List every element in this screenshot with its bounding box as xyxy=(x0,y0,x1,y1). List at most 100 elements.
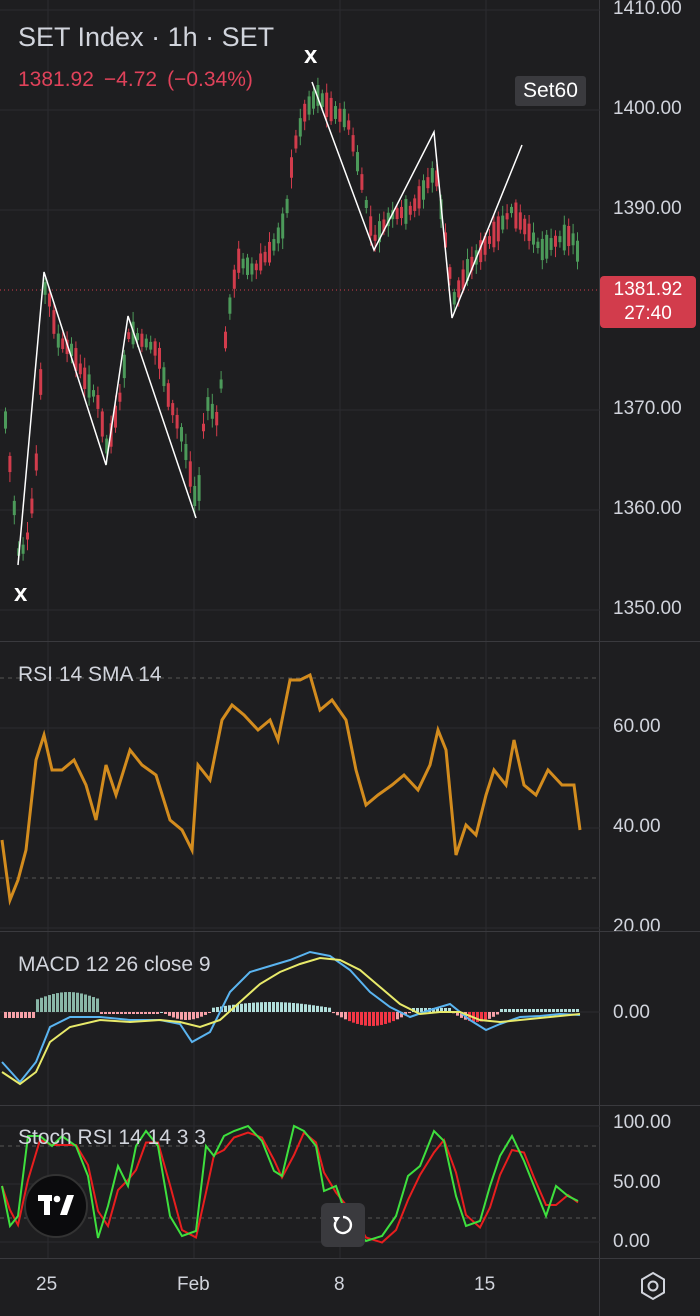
last-price-tag: 1381.92 27:40 xyxy=(600,276,696,328)
candle-body xyxy=(518,212,522,230)
chart-settings-icon[interactable] xyxy=(637,1270,669,1302)
candle-body xyxy=(224,331,227,349)
candle-body xyxy=(122,354,126,379)
macd-histogram-bar xyxy=(8,1012,11,1018)
candle-body xyxy=(364,200,368,208)
macd-histogram-bar xyxy=(80,993,83,1012)
candle-body xyxy=(334,106,337,119)
candle-body xyxy=(87,374,91,398)
rsi-line xyxy=(0,672,582,906)
candle-body xyxy=(307,96,311,115)
candle-body xyxy=(263,251,267,263)
candle-body xyxy=(329,97,333,122)
candle-body xyxy=(294,135,298,149)
rsi-legend[interactable]: RSI 14 SMA 14 xyxy=(18,663,162,687)
candle-body xyxy=(395,208,399,220)
candle-body xyxy=(250,263,254,275)
macd-histogram-bar xyxy=(340,1012,343,1018)
macd-histogram-bar xyxy=(128,1012,131,1014)
macd-histogram-bar xyxy=(4,1012,7,1018)
macd-histogram-bar xyxy=(324,1007,327,1012)
macd-histogram-bar xyxy=(356,1012,359,1024)
macd-histogram-bar xyxy=(368,1012,371,1026)
macd-histogram-bar xyxy=(172,1012,175,1018)
macd-histogram-bar xyxy=(272,1002,275,1012)
tradingview-logo-icon[interactable] xyxy=(24,1174,88,1238)
change-value: −4.72 xyxy=(103,68,158,91)
macd-histogram-bar xyxy=(32,1012,35,1018)
macd-histogram-bar xyxy=(212,1007,215,1012)
macd-histogram-bar xyxy=(548,1009,551,1012)
candle-body xyxy=(404,198,408,224)
candle-body xyxy=(342,108,346,128)
macd-histogram-bar xyxy=(392,1012,395,1022)
candle-body xyxy=(39,369,43,395)
macd-histogram-bar xyxy=(364,1012,367,1026)
candle-body xyxy=(422,180,425,200)
macd-histogram-bar xyxy=(124,1012,127,1014)
candle-body xyxy=(448,267,452,279)
macd-histogram-bar xyxy=(408,1012,411,1014)
macd-histogram-bar xyxy=(188,1012,191,1020)
symbol-title[interactable]: SET Index · 1h · SET xyxy=(18,22,274,53)
pattern-marker-top: x xyxy=(304,42,318,69)
reset-chart-icon[interactable] xyxy=(321,1203,365,1247)
macd-legend[interactable]: MACD 12 26 close 9 xyxy=(18,953,211,977)
stoch-tick: 50.00 xyxy=(613,1172,661,1193)
macd-histogram-bar xyxy=(576,1009,579,1012)
macd-histogram-bar xyxy=(516,1009,519,1012)
candle-body xyxy=(510,206,513,214)
candle-body xyxy=(83,367,87,389)
candle-body xyxy=(206,397,210,411)
macd-histogram-bar xyxy=(396,1012,399,1020)
macd-histogram-bar xyxy=(492,1012,495,1017)
candle-body xyxy=(523,218,527,235)
pattern-zigzag-left xyxy=(17,271,197,566)
macd-histogram-bar xyxy=(348,1012,351,1022)
candle-body xyxy=(567,225,571,247)
macd-histogram-bar xyxy=(284,1002,287,1012)
macd-histogram-bar xyxy=(104,1012,107,1014)
candle-body xyxy=(171,403,175,416)
candle-body xyxy=(373,234,377,241)
macd-histogram-bar xyxy=(140,1012,143,1014)
price-tick: 1350.00 xyxy=(613,598,682,619)
price-chart[interactable] xyxy=(0,0,600,641)
rsi-tick: 40.00 xyxy=(613,816,661,837)
candle-body xyxy=(562,224,566,251)
time-tick: 15 xyxy=(474,1274,496,1295)
candle-body xyxy=(272,239,276,251)
candle-body xyxy=(527,223,531,241)
price-tick: 1370.00 xyxy=(613,398,682,419)
candle-body xyxy=(4,411,7,429)
candle-body xyxy=(452,292,456,305)
macd-histogram-bar xyxy=(92,997,95,1012)
candle-body xyxy=(162,367,166,387)
candle-body xyxy=(197,475,201,501)
macd-histogram-bar xyxy=(168,1012,171,1016)
symbol-badge[interactable]: Set60 xyxy=(515,76,586,106)
candle-body xyxy=(426,177,430,189)
macd-histogram-bar xyxy=(160,1012,163,1013)
price-pane[interactable] xyxy=(0,0,600,641)
candle-body xyxy=(303,103,307,122)
time-tick: 25 xyxy=(36,1274,58,1295)
macd-histogram-bar xyxy=(48,995,51,1012)
candle-body xyxy=(400,206,403,219)
macd-histogram-bar xyxy=(568,1009,571,1012)
candle-body xyxy=(558,236,562,243)
macd-histogram-bar xyxy=(76,992,79,1012)
candle-body xyxy=(140,333,144,347)
stoch-legend[interactable]: Stoch RSI 14 14 3 3 xyxy=(18,1126,206,1150)
candle-body xyxy=(144,338,148,348)
macd-histogram-bar xyxy=(556,1009,559,1012)
macd-tick: 0.00 xyxy=(613,1002,650,1023)
candle-body xyxy=(488,236,491,244)
rsi-tick: 60.00 xyxy=(613,716,661,737)
macd-histogram-bar xyxy=(60,992,63,1012)
rsi-tick: 20.00 xyxy=(613,916,661,931)
candle-body xyxy=(338,108,342,122)
candle-body xyxy=(48,293,51,307)
macd-histogram-bar xyxy=(44,996,47,1012)
candle-body xyxy=(166,383,170,407)
